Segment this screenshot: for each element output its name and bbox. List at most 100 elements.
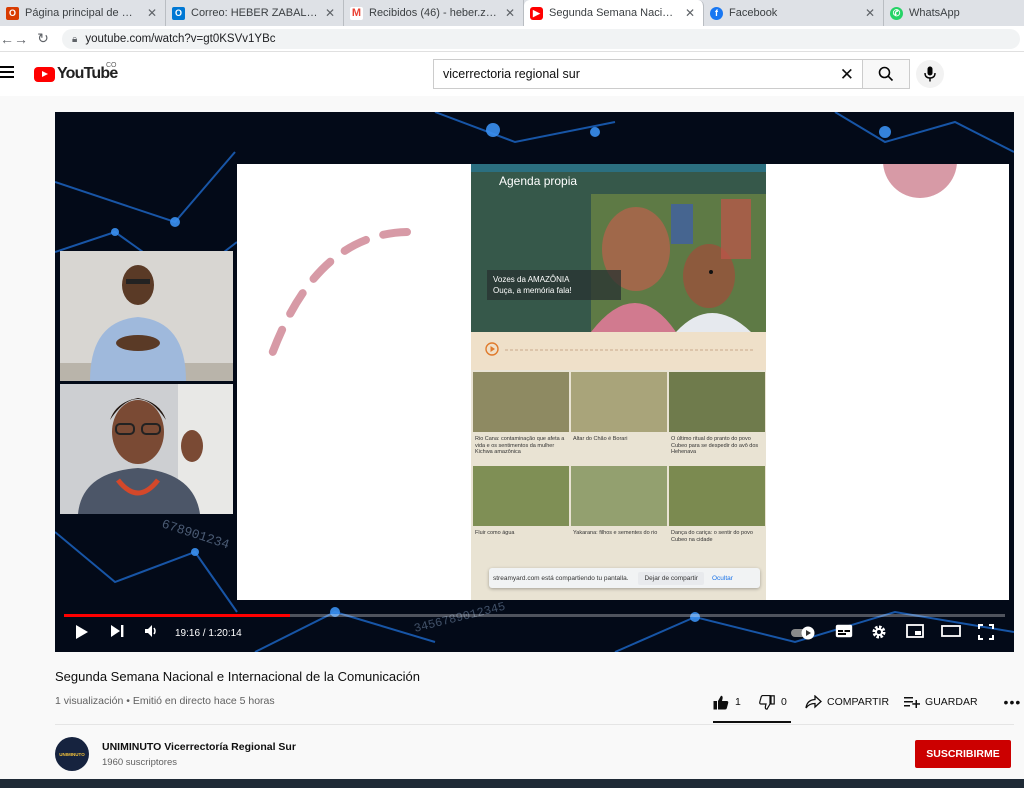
lock-icon: 🔒︎	[72, 33, 78, 45]
tab-whatsapp[interactable]: ✆ WhatsApp	[884, 0, 1024, 26]
clear-search-icon[interactable]: ✕	[840, 65, 854, 85]
theater-mode-icon[interactable]	[941, 624, 961, 638]
hero-line-1: Vozes da AMAZÔNIA	[493, 275, 570, 284]
tab-outlook[interactable]: O Correo: HEBER ZABALETA PARRA ✕	[166, 0, 344, 26]
tab-close-icon[interactable]: ✕	[505, 6, 515, 20]
hero-panel: Vozes da AMAZÔNIA Ouça, a memória fala!	[487, 270, 621, 300]
facebook-icon: f	[710, 6, 723, 20]
menu-icon[interactable]	[0, 66, 14, 78]
tab-gmail[interactable]: M Recibidos (46) - heber.zabaleta@ ✕	[344, 0, 524, 26]
avatar-text: UNIMINUTO	[59, 751, 85, 757]
screen-share-notice: streamyard.com está compartiendo tu pant…	[489, 568, 760, 588]
fullscreen-icon[interactable]	[978, 624, 994, 640]
reload-icon[interactable]: ↻	[32, 30, 54, 47]
hide-notice-button[interactable]: Ocultar	[712, 575, 733, 582]
country-code: CO	[106, 62, 117, 69]
share-label: COMPARTIR	[827, 696, 890, 708]
subtitles-icon[interactable]	[835, 624, 853, 638]
search-icon	[878, 66, 894, 82]
video-meta: 1 visualización • Emitió en directo hace…	[55, 695, 275, 707]
stream-date: Emitió en directo hace 5 horas	[132, 695, 275, 707]
progress-bar[interactable]	[64, 614, 1005, 617]
story-card-1	[473, 372, 569, 432]
camera-feed-2	[60, 384, 233, 514]
video-actions: 1 0 COMPARTIR GUARDAR •••	[713, 694, 1021, 710]
tab-facebook[interactable]: f Facebook ✕	[704, 0, 884, 26]
subscriber-count: 1960 suscriptores	[102, 757, 177, 768]
volume-icon[interactable]	[144, 624, 160, 638]
story-caption-6: Dança do cariça: o sentir do povo Cubeo …	[671, 530, 753, 543]
camera-feed-1	[60, 251, 233, 381]
story-card-6	[669, 466, 765, 526]
tab-label: WhatsApp	[909, 7, 960, 19]
audio-strip	[471, 332, 766, 370]
story-caption-1: Rio Cana: contaminação que afeta a vida …	[475, 436, 565, 455]
microphone-icon	[924, 66, 936, 82]
search-input[interactable]: vicerrectoria regional sur ✕	[433, 59, 862, 89]
autoplay-toggle-icon[interactable]	[791, 626, 817, 640]
youtube-logo[interactable]: YouTube CO	[34, 62, 118, 83]
video-player[interactable]: 678901234 3456789012345 Agenda propia Vo…	[55, 112, 1014, 652]
hero-illustration	[471, 164, 766, 332]
dislike-button[interactable]: 0	[759, 694, 801, 710]
whatsapp-icon: ✆	[890, 6, 903, 20]
miniplayer-icon[interactable]	[906, 624, 924, 638]
tab-close-icon[interactable]: ✕	[865, 6, 875, 20]
tab-youtube-active[interactable]: ▶ Segunda Semana Nacional e Inte ✕	[524, 0, 704, 26]
back-arrow-icon[interactable]: ←	[0, 31, 14, 47]
video-title: Segunda Semana Nacional e Internacional …	[55, 669, 420, 684]
tab-close-icon[interactable]: ✕	[685, 6, 695, 20]
divider	[55, 724, 1014, 725]
like-count: 1	[735, 696, 741, 708]
tab-office[interactable]: O Página principal de Microsoft Office ✕	[0, 0, 166, 26]
playlist-add-icon	[904, 697, 921, 708]
save-button[interactable]: GUARDAR	[904, 696, 978, 708]
tab-label: Segunda Semana Nacional e Inte	[549, 7, 679, 19]
time-current: 19:16	[175, 628, 201, 639]
time-display: 19:16 / 1:20:14	[175, 628, 242, 639]
decorative-circle	[883, 164, 957, 198]
hero-line-2: Ouça, a memória fala!	[493, 286, 572, 295]
story-caption-3: O último ritual do pranto do povo Cubeo …	[671, 436, 759, 455]
channel-name[interactable]: UNIMINUTO Vicerrectoría Regional Sur	[102, 741, 296, 753]
voice-search-button[interactable]	[916, 60, 944, 88]
share-notice-text: streamyard.com está compartiendo tu pant…	[493, 574, 629, 582]
settings-gear-icon[interactable]	[871, 624, 887, 640]
gmail-icon: M	[350, 6, 363, 20]
next-icon[interactable]	[110, 624, 124, 638]
youtube-header: YouTube CO vicerrectoria regional sur ✕	[0, 52, 1024, 96]
forward-arrow-icon[interactable]: →	[10, 31, 32, 47]
speaker-1-video	[60, 251, 233, 381]
office-icon: O	[6, 6, 19, 20]
meta-separator: •	[123, 695, 133, 707]
view-count: 1 visualización	[55, 695, 124, 707]
shared-screen: Agenda propia Vozes da AMAZÔNIA Ouça, a …	[237, 164, 1009, 600]
story-caption-4: Fluir como água	[475, 530, 515, 536]
progress-played	[64, 614, 290, 617]
os-taskbar	[0, 779, 1024, 788]
story-card-4	[473, 466, 569, 526]
tab-close-icon[interactable]: ✕	[325, 6, 335, 20]
channel-avatar[interactable]: UNIMINUTO	[55, 737, 89, 771]
youtube-play-icon	[34, 66, 55, 82]
share-button[interactable]: COMPARTIR	[805, 695, 889, 709]
search-value: vicerrectoria regional sur	[443, 67, 580, 81]
player-controls: 19:16 / 1:20:14	[55, 608, 1014, 652]
thumbs-up-icon	[713, 695, 729, 709]
tab-close-icon[interactable]: ✕	[147, 6, 157, 20]
outlook-icon: O	[172, 6, 185, 20]
tab-label: Página principal de Microsoft Office	[25, 7, 141, 19]
more-actions-icon[interactable]: •••	[1004, 694, 1022, 710]
play-icon[interactable]	[75, 624, 89, 640]
site-logo: Agenda propia	[499, 174, 578, 188]
story-caption-5: Yakarana: filhos e sementes do rio	[573, 530, 658, 536]
subscribe-button[interactable]: SUSCRIBIRME	[915, 740, 1011, 768]
play-circle-icon	[485, 342, 499, 356]
youtube-icon: ▶	[530, 6, 543, 20]
site-hero: Agenda propia Vozes da AMAZÔNIA Ouça, a …	[471, 164, 766, 332]
like-button[interactable]: 1	[713, 695, 759, 710]
stop-sharing-button[interactable]: Dejar de compartir	[638, 571, 704, 585]
thumbs-down-icon	[759, 694, 775, 710]
url-field[interactable]: 🔒︎ youtube.com/watch?v=gt0KSVv1YBc	[62, 29, 1020, 49]
search-button[interactable]	[862, 59, 910, 89]
